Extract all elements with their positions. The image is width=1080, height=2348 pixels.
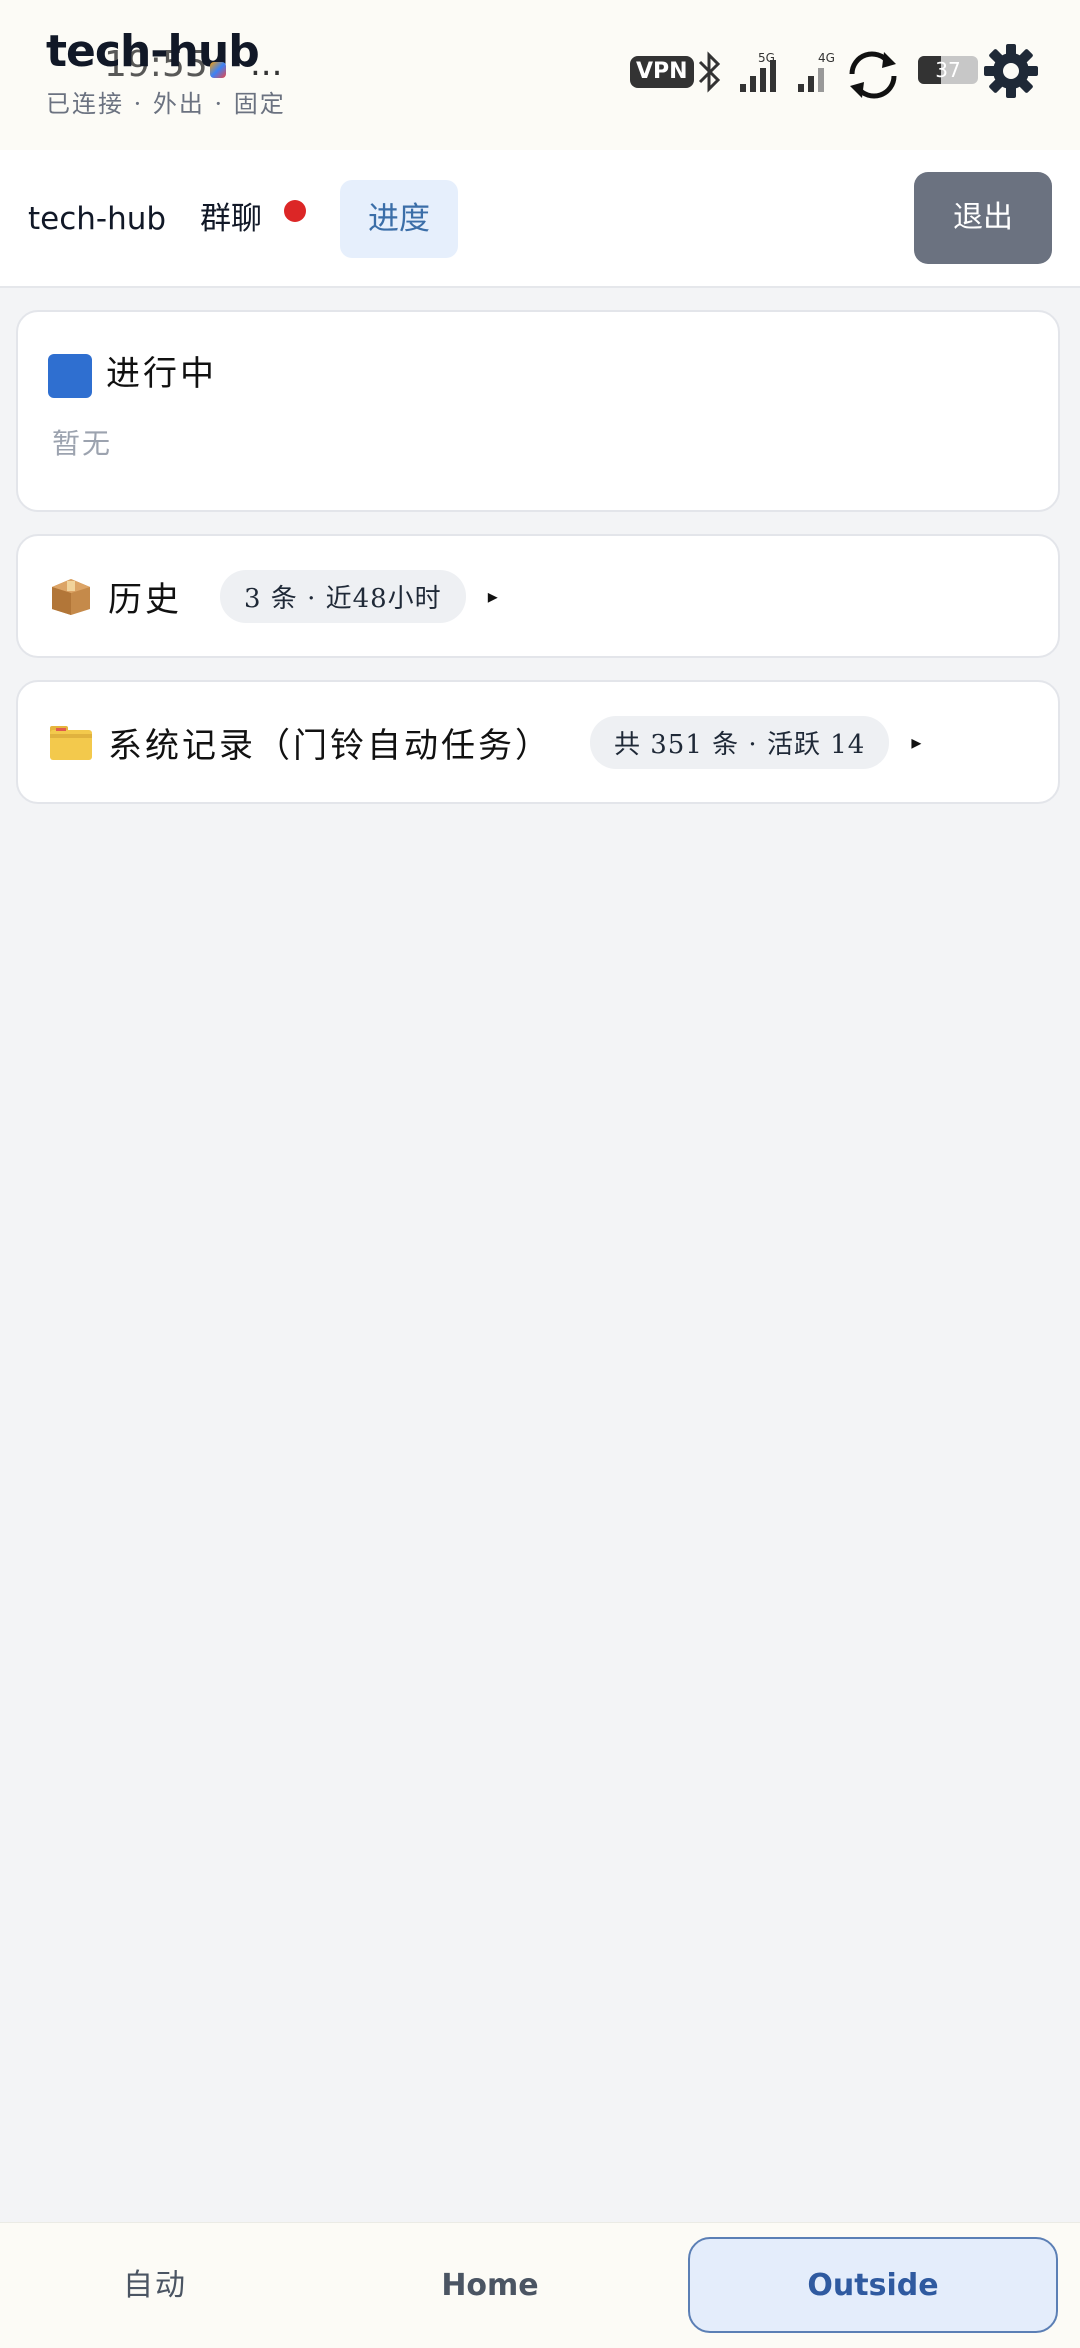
bluetooth-icon: [698, 51, 721, 93]
expand-arrow-icon[interactable]: ▸: [488, 584, 498, 608]
nav-auto[interactable]: 自动: [80, 2223, 230, 2348]
package-icon: [52, 579, 90, 615]
notification-app-icon: [210, 62, 226, 78]
history-card[interactable]: 历史 3 条 · 近48小时 ▸: [16, 534, 1060, 658]
empty-state-text: 暂无: [52, 427, 113, 460]
logout-button[interactable]: 退出: [914, 172, 1052, 264]
sync-icon[interactable]: [838, 44, 908, 104]
folder-icon: [50, 726, 92, 760]
battery-icon: 37: [918, 56, 978, 84]
nav-home[interactable]: Home: [420, 2223, 560, 2348]
history-row[interactable]: 历史 3 条 · 近48小时 ▸: [48, 536, 498, 656]
bottom-nav: 自动 Home Outside: [0, 2222, 1080, 2348]
signal-5g-icon: 5G: [740, 51, 776, 92]
unread-dot: [284, 200, 306, 222]
in-progress-title: 进行中: [106, 354, 217, 394]
history-title: 历史: [108, 579, 182, 620]
system-records-count-badge: 共 351 条 · 活跃 14: [590, 715, 890, 769]
connection-status: 已连接 · 外出 · 固定: [46, 90, 286, 118]
expand-arrow-icon[interactable]: ▸: [911, 730, 921, 754]
tab-tech-hub[interactable]: tech-hub: [28, 180, 166, 258]
status-icons: VPN 5G 4G 37: [620, 44, 1080, 99]
tab-bar: tech-hub 群聊 进度 退出: [0, 150, 1080, 288]
in-progress-header: 进行中: [48, 346, 217, 398]
signal-4g-icon: 4G: [798, 51, 835, 92]
history-count-badge: 3 条 · 近48小时: [220, 569, 466, 623]
system-records-row[interactable]: 系统记录（门铃自动任务） 共 351 条 · 活跃 14 ▸: [48, 682, 921, 802]
vpn-icon: VPN: [630, 56, 694, 88]
tab-progress[interactable]: 进度: [340, 180, 458, 258]
in-progress-card: 进行中 暂无: [16, 310, 1060, 512]
app-title: tech-hub: [46, 26, 260, 77]
system-records-title: 系统记录（门铃自动任务）: [108, 725, 552, 766]
nav-outside[interactable]: Outside: [688, 2237, 1058, 2333]
tab-group-chat[interactable]: 群聊: [200, 180, 262, 258]
system-records-card[interactable]: 系统记录（门铃自动任务） 共 351 条 · 活跃 14 ▸: [16, 680, 1060, 804]
status-more-indicator: ...: [250, 44, 283, 84]
app-header: 19:55 tech-hub ... 已连接 · 外出 · 固定 VPN 5G …: [0, 0, 1080, 151]
gear-icon[interactable]: [982, 42, 1040, 100]
svg-text:4G: 4G: [818, 51, 835, 65]
blue-square-icon: [48, 354, 92, 398]
